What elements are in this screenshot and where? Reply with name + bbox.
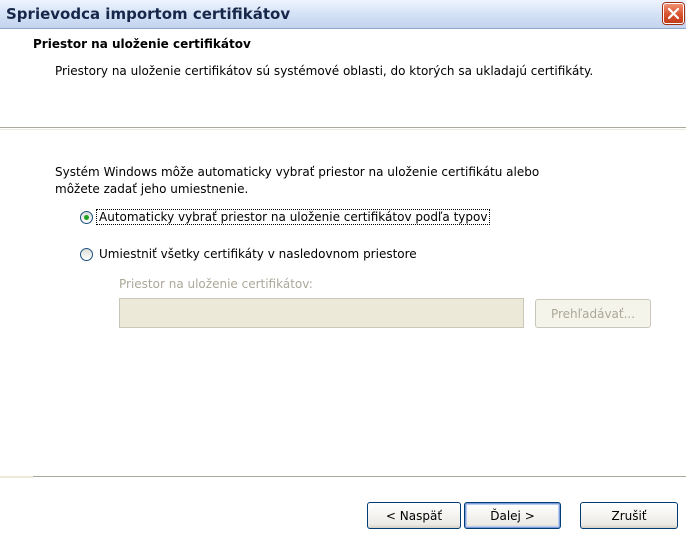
intro-text: Systém Windows môže automaticky vybrať p… <box>55 164 655 198</box>
radio-button-unchecked[interactable] <box>80 247 93 261</box>
cancel-button[interactable]: Zrušiť <box>580 502 678 529</box>
next-button[interactable]: Ďalej > <box>464 502 561 529</box>
browse-button[interactable]: Prehľadávať... <box>535 299 651 328</box>
radio-auto-label[interactable]: Automaticky vybrať priestor na uloženie … <box>95 209 491 225</box>
intro-line-2: môžete zadať jeho umiestnenie. <box>55 182 249 196</box>
store-label: Priestor na uloženie certifikátov: <box>119 277 313 291</box>
wizard-window: Sprievodca importom certifikátov Priesto… <box>0 0 686 537</box>
title-bar[interactable]: Sprievodca importom certifikátov <box>0 0 686 29</box>
back-button[interactable]: < Naspäť <box>367 502 461 529</box>
page-title: Priestor na uloženie certifikátov <box>33 37 251 51</box>
store-input[interactable] <box>119 298 524 328</box>
radio-button-checked[interactable] <box>80 210 93 224</box>
close-button[interactable] <box>663 3 684 24</box>
radio-manual-store[interactable]: Umiestniť všetky certifikáty v nasledovn… <box>80 245 419 263</box>
header-divider <box>0 127 686 129</box>
radio-auto-store[interactable]: Automaticky vybrať priestor na uloženie … <box>80 208 491 226</box>
window-title: Sprievodca importom certifikátov <box>6 5 291 23</box>
page-subtitle: Priestory na uloženie certifikátov sú sy… <box>55 64 594 78</box>
radio-manual-label[interactable]: Umiestniť všetky certifikáty v nasledovn… <box>97 247 419 261</box>
close-icon <box>668 8 679 19</box>
intro-line-1: Systém Windows môže automaticky vybrať p… <box>55 165 540 179</box>
